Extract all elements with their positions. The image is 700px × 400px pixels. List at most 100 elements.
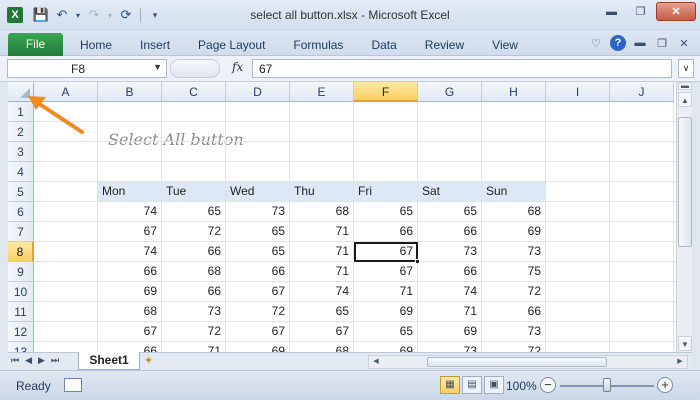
sheet-tab-sheet1[interactable]: Sheet1: [78, 352, 140, 370]
workbook-restore-icon[interactable]: ❐: [654, 35, 670, 51]
zoom-level[interactable]: 100%: [506, 379, 537, 393]
table-cell[interactable]: 66: [226, 262, 290, 282]
table-cell[interactable]: 72: [226, 302, 290, 322]
scroll-down-icon[interactable]: ▼: [678, 336, 692, 351]
table-cell[interactable]: 68: [482, 202, 546, 222]
row-header-11[interactable]: 11: [8, 302, 34, 322]
scroll-right-icon[interactable]: ▶: [673, 356, 687, 368]
table-cell[interactable]: 74: [290, 282, 354, 302]
row-header-12[interactable]: 12: [8, 322, 34, 342]
help-icon[interactable]: ?: [610, 35, 626, 51]
horizontal-scrollbar[interactable]: ◀ ▶: [368, 355, 688, 369]
table-cell[interactable]: 66: [482, 302, 546, 322]
formula-input[interactable]: 67: [252, 59, 672, 78]
table-cell[interactable]: 71: [418, 302, 482, 322]
workbook-close-icon[interactable]: ✕: [676, 35, 692, 51]
row-header-7[interactable]: 7: [8, 222, 34, 242]
zoom-in-icon[interactable]: +: [657, 377, 673, 393]
tab-home[interactable]: Home: [66, 34, 126, 56]
tab-insert[interactable]: Insert: [126, 34, 184, 56]
row-header-6[interactable]: 6: [8, 202, 34, 222]
first-sheet-icon[interactable]: ⏮: [11, 355, 19, 366]
row-header-9[interactable]: 9: [8, 262, 34, 282]
close-icon[interactable]: ✕: [656, 2, 696, 21]
table-header-cell[interactable]: Thu: [290, 182, 354, 202]
table-cell[interactable]: 67: [226, 282, 290, 302]
horizontal-scroll-thumb[interactable]: [427, 357, 607, 367]
minimize-ribbon-icon[interactable]: ♡: [588, 35, 604, 51]
page-break-view-icon[interactable]: ▣: [484, 376, 504, 394]
table-cell[interactable]: 71: [290, 242, 354, 262]
table-cell[interactable]: 72: [482, 282, 546, 302]
table-cell[interactable]: 66: [418, 222, 482, 242]
table-cell[interactable]: 69: [226, 342, 290, 352]
table-cell[interactable]: 74: [98, 202, 162, 222]
insert-function-icon[interactable]: fx: [232, 60, 243, 74]
table-cell[interactable]: 73: [482, 322, 546, 342]
row-header-5[interactable]: 5: [8, 182, 34, 202]
macro-record-icon[interactable]: [64, 378, 82, 392]
page-layout-view-icon[interactable]: ▤: [462, 376, 482, 394]
table-cell[interactable]: 65: [290, 302, 354, 322]
select-all-button[interactable]: [8, 82, 34, 102]
table-cell[interactable]: 68: [290, 342, 354, 352]
table-cell[interactable]: 66: [162, 242, 226, 262]
zoom-out-icon[interactable]: −: [540, 377, 556, 393]
table-header-cell[interactable]: Sun: [482, 182, 546, 202]
table-cell[interactable]: 73: [418, 342, 482, 352]
column-header-h[interactable]: H: [482, 82, 546, 102]
table-cell[interactable]: 72: [162, 222, 226, 242]
table-cell[interactable]: 66: [418, 262, 482, 282]
row-header-3[interactable]: 3: [8, 142, 34, 162]
table-cell[interactable]: 65: [418, 202, 482, 222]
table-cell[interactable]: 65: [354, 202, 418, 222]
row-header-4[interactable]: 4: [8, 162, 34, 182]
zoom-slider-thumb[interactable]: [603, 378, 611, 392]
table-cell[interactable]: 73: [482, 242, 546, 262]
table-cell[interactable]: 73: [418, 242, 482, 262]
table-cell[interactable]: 72: [162, 322, 226, 342]
minimize-icon[interactable]: ▬: [598, 2, 625, 21]
tab-file[interactable]: File: [8, 33, 63, 56]
row-header-1[interactable]: 1: [8, 102, 34, 122]
table-header-cell[interactable]: Sat: [418, 182, 482, 202]
normal-view-icon[interactable]: ▦: [440, 376, 460, 394]
table-cell[interactable]: 68: [98, 302, 162, 322]
row-header-8[interactable]: 8: [8, 242, 34, 262]
split-box-icon[interactable]: ▬: [678, 82, 692, 90]
tab-formulas[interactable]: Formulas: [279, 34, 357, 56]
scroll-left-icon[interactable]: ◀: [369, 356, 383, 368]
table-cell[interactable]: 67: [98, 322, 162, 342]
tab-view[interactable]: View: [478, 34, 532, 56]
table-cell[interactable]: 67: [354, 262, 418, 282]
name-box[interactable]: F8 ▼: [7, 59, 167, 78]
table-cell[interactable]: 66: [98, 342, 162, 352]
table-cell[interactable]: 67: [290, 322, 354, 342]
column-header-g[interactable]: G: [418, 82, 482, 102]
column-header-e[interactable]: E: [290, 82, 354, 102]
table-cell[interactable]: 74: [98, 242, 162, 262]
table-cell[interactable]: 73: [226, 202, 290, 222]
table-cell[interactable]: 69: [98, 282, 162, 302]
table-cell[interactable]: 69: [482, 222, 546, 242]
table-cell[interactable]: 75: [482, 262, 546, 282]
table-header-cell[interactable]: Mon: [98, 182, 162, 202]
scroll-up-icon[interactable]: ▲: [678, 92, 692, 107]
table-header-cell[interactable]: Tue: [162, 182, 226, 202]
table-cell[interactable]: 71: [354, 282, 418, 302]
table-cell[interactable]: 65: [162, 202, 226, 222]
table-cell[interactable]: 69: [418, 322, 482, 342]
expand-formula-bar-icon[interactable]: ∨: [678, 59, 694, 78]
prev-sheet-icon[interactable]: ◀: [25, 355, 32, 366]
next-sheet-icon[interactable]: ▶: [38, 355, 45, 366]
vertical-scroll-thumb[interactable]: [678, 117, 692, 247]
fill-handle[interactable]: [415, 259, 420, 264]
tab-review[interactable]: Review: [411, 34, 478, 56]
table-cell[interactable]: 71: [162, 342, 226, 352]
column-header-c[interactable]: C: [162, 82, 226, 102]
table-cell[interactable]: 67: [226, 322, 290, 342]
table-cell[interactable]: 65: [226, 222, 290, 242]
table-cell[interactable]: 71: [290, 222, 354, 242]
active-cell[interactable]: 67: [354, 242, 418, 262]
vertical-scrollbar[interactable]: ▬ ▲ ▼: [676, 82, 692, 352]
